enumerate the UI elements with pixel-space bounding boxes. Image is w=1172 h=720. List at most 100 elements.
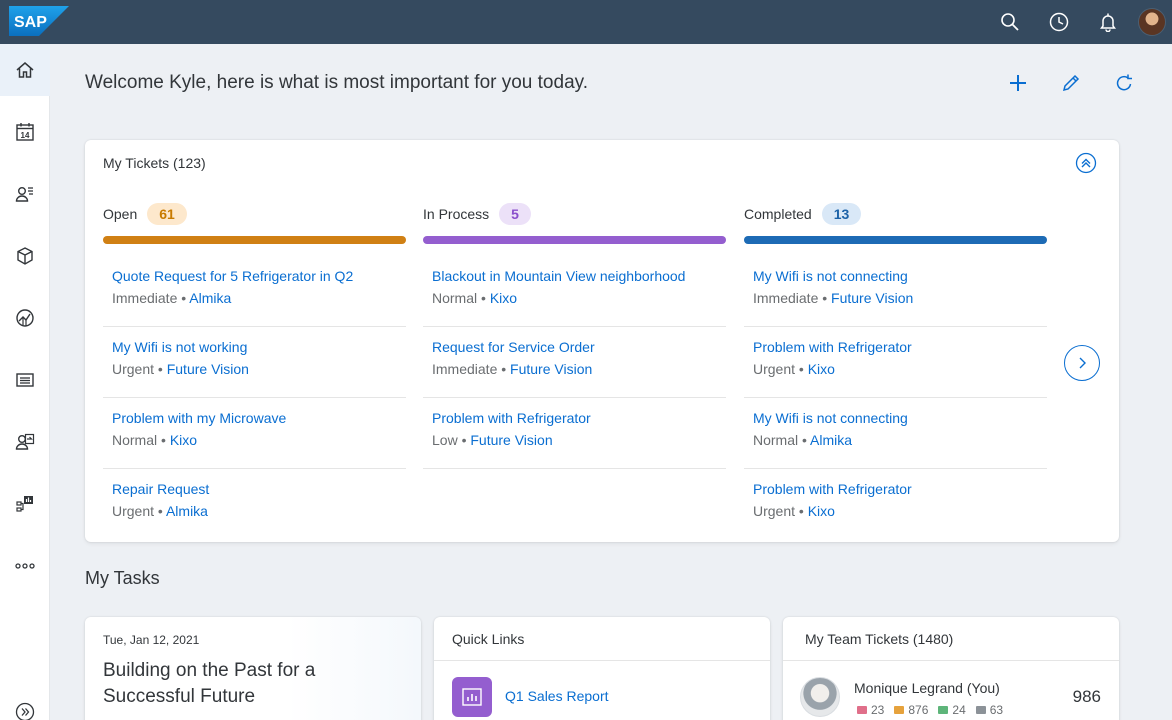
more-icon[interactable] bbox=[0, 540, 50, 592]
ticket-priority: Immediate bbox=[112, 290, 178, 306]
ticket-title[interactable]: Problem with Refrigerator bbox=[753, 336, 1047, 358]
status-bar bbox=[423, 236, 726, 244]
count-badge: 13 bbox=[821, 203, 862, 225]
ticket-account[interactable]: Kixo bbox=[808, 361, 835, 377]
ticket-flag-icon bbox=[894, 706, 905, 714]
stat-value: 63 bbox=[989, 703, 1004, 717]
ticket-title[interactable]: My Wifi is not connecting bbox=[753, 265, 1047, 287]
ticket-title[interactable]: Problem with Refrigerator bbox=[753, 478, 1047, 500]
member-name[interactable]: Monique Legrand (You) bbox=[854, 680, 1000, 696]
ticket-title[interactable]: Repair Request bbox=[112, 478, 406, 500]
ticket-flag-icon bbox=[938, 706, 949, 714]
ticket-flag-icon bbox=[857, 706, 867, 714]
list-icon[interactable] bbox=[0, 354, 50, 406]
ticket-priority: Immediate bbox=[432, 361, 498, 377]
ticket-column-in-process: In Process 5 Blackout in Mountain View n… bbox=[423, 202, 726, 469]
ticket-title[interactable]: Problem with my Microwave bbox=[112, 407, 406, 429]
ticket-item[interactable]: Repair Request Urgent • Almika bbox=[103, 469, 406, 540]
ticket-title[interactable]: My Wifi is not connecting bbox=[753, 407, 1047, 429]
ticket-title[interactable]: Quote Request for 5 Refrigerator in Q2 bbox=[112, 265, 406, 287]
calendar-icon[interactable]: 14 bbox=[0, 106, 50, 158]
collapse-icon[interactable] bbox=[1075, 152, 1097, 179]
analytics-icon[interactable] bbox=[0, 292, 50, 344]
ticket-item[interactable]: Quote Request for 5 Refrigerator in Q2 I… bbox=[103, 256, 406, 327]
ticket-title[interactable]: Blackout in Mountain View neighborhood bbox=[432, 265, 726, 287]
home-icon[interactable] bbox=[0, 44, 50, 96]
ticket-column-completed: Completed 13 My Wifi is not connecting I… bbox=[744, 202, 1047, 540]
status-bar bbox=[744, 236, 1047, 244]
ticket-account[interactable]: Future Vision bbox=[167, 361, 249, 377]
customers-icon[interactable] bbox=[0, 168, 50, 220]
shell-bar: SAP bbox=[0, 0, 1172, 44]
ticket-column-open: Open 61 Quote Request for 5 Refrigerator… bbox=[103, 202, 406, 540]
quick-link[interactable]: Q1 Sales Report bbox=[505, 688, 609, 704]
edit-icon[interactable] bbox=[1044, 66, 1097, 100]
ticket-priority: Normal bbox=[112, 432, 158, 448]
avatar-image bbox=[1138, 8, 1166, 36]
ticket-item[interactable]: Problem with Refrigerator Urgent • Kixo bbox=[744, 327, 1047, 398]
ticket-item[interactable]: Request for Service Order Immediate • Fu… bbox=[423, 327, 726, 398]
expand-icon[interactable] bbox=[0, 686, 50, 720]
card-title: My Team Tickets (1480) bbox=[783, 617, 1119, 661]
refresh-icon[interactable] bbox=[1097, 66, 1150, 100]
ticket-account[interactable]: Almika bbox=[810, 432, 852, 448]
section-title: My Tasks bbox=[85, 568, 160, 588]
notification-icon[interactable] bbox=[1083, 0, 1132, 44]
next-page-button[interactable] bbox=[1064, 345, 1100, 381]
ticket-account[interactable]: Kixo bbox=[170, 432, 197, 448]
ticket-title[interactable]: Request for Service Order bbox=[432, 336, 726, 358]
ticket-account[interactable]: Kixo bbox=[490, 290, 517, 306]
team-tickets-card: My Team Tickets (1480) Monique Legrand (… bbox=[783, 617, 1119, 720]
user-avatar[interactable] bbox=[1132, 0, 1172, 44]
card-title: Quick Links bbox=[434, 617, 770, 661]
member-stats: 23 876 24 63 bbox=[857, 703, 1003, 717]
ticket-account[interactable]: Future Vision bbox=[470, 432, 552, 448]
ticket-priority: Urgent bbox=[112, 361, 155, 377]
count-badge: 61 bbox=[147, 203, 187, 225]
ticket-priority: Low bbox=[432, 432, 458, 448]
task-date: Tue, Jan 12, 2021 bbox=[103, 633, 200, 647]
ticket-title[interactable]: My Wifi is not working bbox=[112, 336, 406, 358]
column-label: Open bbox=[103, 206, 138, 222]
calendar-day: 14 bbox=[21, 131, 30, 140]
column-label: In Process bbox=[423, 206, 490, 222]
ticket-priority: Immediate bbox=[753, 290, 819, 306]
sap-logo[interactable]: SAP bbox=[9, 6, 69, 36]
stat-value: 24 bbox=[952, 703, 966, 717]
avatar bbox=[800, 677, 840, 717]
ticket-priority: Normal bbox=[432, 290, 478, 306]
ticket-item[interactable]: Blackout in Mountain View neighborhood N… bbox=[423, 256, 726, 327]
chevron-right-icon bbox=[1079, 357, 1086, 369]
ticket-flag-icon bbox=[975, 706, 986, 714]
ticket-account[interactable]: Future Vision bbox=[831, 290, 913, 306]
ticket-item[interactable]: Problem with Refrigerator Low • Future V… bbox=[423, 398, 726, 469]
hierarchy-icon[interactable] bbox=[0, 478, 50, 530]
history-icon[interactable] bbox=[1034, 0, 1083, 44]
ticket-priority: Urgent bbox=[112, 503, 155, 519]
ticket-priority: Normal bbox=[753, 432, 799, 448]
report-icon[interactable] bbox=[452, 677, 492, 717]
task-card[interactable]: Tue, Jan 12, 2021 Building on the Past f… bbox=[85, 617, 421, 720]
search-icon[interactable] bbox=[985, 0, 1034, 44]
my-tickets-card: My Tickets (123) Open 61 Quote Request f… bbox=[85, 140, 1119, 542]
ticket-account[interactable]: Kixo bbox=[808, 503, 835, 519]
page-title: Welcome Kyle, here is what is most impor… bbox=[85, 72, 588, 93]
ticket-item[interactable]: Problem with Refrigerator Urgent • Kixo bbox=[744, 469, 1047, 540]
ticket-item[interactable]: Problem with my Microwave Normal • Kixo bbox=[103, 398, 406, 469]
ticket-title[interactable]: Problem with Refrigerator bbox=[432, 407, 726, 429]
quick-links-card: Quick Links Q1 Sales Report bbox=[434, 617, 770, 720]
status-bar bbox=[103, 236, 406, 244]
ticket-priority: Urgent bbox=[753, 503, 796, 519]
ticket-item[interactable]: My Wifi is not connecting Normal • Almik… bbox=[744, 398, 1047, 469]
ticket-account[interactable]: Almika bbox=[189, 290, 231, 306]
contact-transfer-icon[interactable] bbox=[0, 416, 50, 468]
ticket-item[interactable]: My Wifi is not working Urgent • Future V… bbox=[103, 327, 406, 398]
ticket-account[interactable]: Almika bbox=[166, 503, 208, 519]
member-ticket-count: 986 bbox=[1072, 687, 1101, 706]
ticket-account[interactable]: Future Vision bbox=[510, 361, 592, 377]
ticket-item[interactable]: My Wifi is not connecting Immediate • Fu… bbox=[744, 256, 1047, 327]
add-icon[interactable] bbox=[991, 66, 1044, 100]
card-title: My Tickets (123) bbox=[103, 155, 206, 171]
products-icon[interactable] bbox=[0, 230, 50, 282]
task-title: Building on the Past for a Successful Fu… bbox=[103, 660, 316, 707]
